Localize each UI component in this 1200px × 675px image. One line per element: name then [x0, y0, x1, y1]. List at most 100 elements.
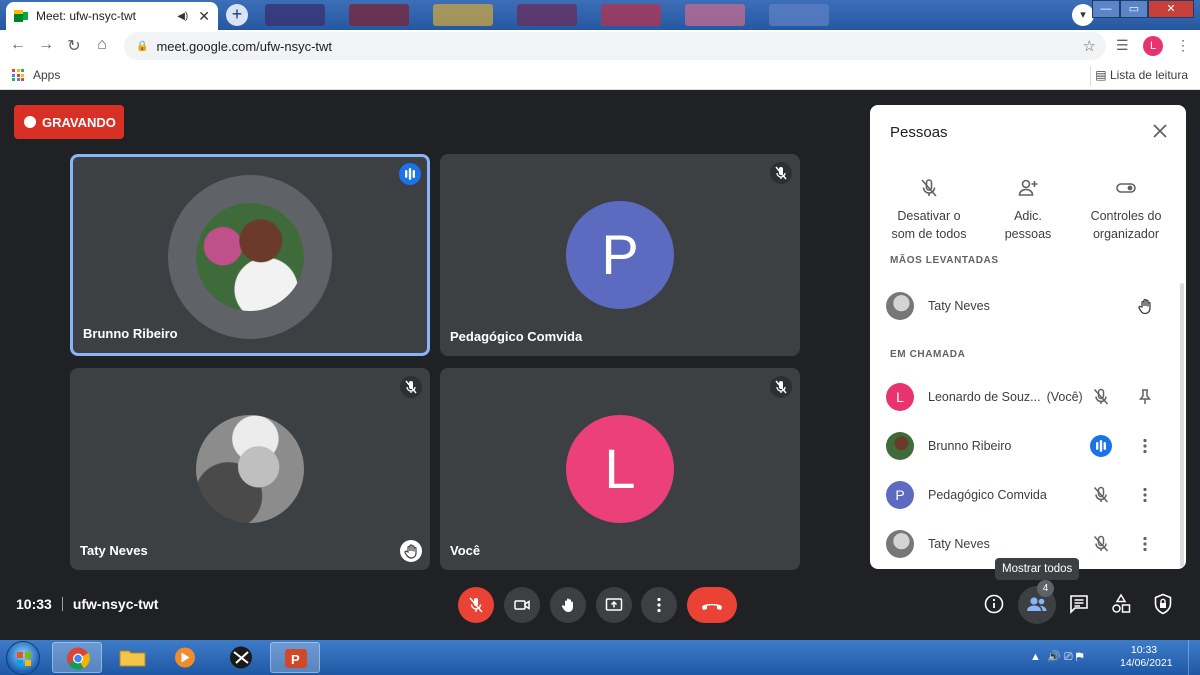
camera-toggle-button[interactable] — [504, 587, 540, 623]
app-icon — [230, 646, 252, 669]
participant-photo-taty — [196, 415, 304, 523]
recording-label: GRAVANDO — [42, 114, 116, 130]
chrome-icon — [67, 647, 90, 670]
more-options-icon[interactable] — [1134, 533, 1156, 555]
browser-menu-icon[interactable]: ⋮ — [1176, 37, 1190, 54]
list-item-pedagogico[interactable]: P Pedagógico Comvida — [886, 480, 1170, 510]
more-vert-icon — [657, 597, 661, 613]
more-options-button[interactable] — [641, 587, 677, 623]
close-window-button[interactable]: ✕ — [1148, 0, 1194, 18]
recording-badge[interactable]: GRAVANDO — [14, 105, 124, 139]
add-people-line2: pessoas — [1004, 227, 1052, 241]
person-add-icon — [1018, 179, 1038, 196]
bookmarks-bar: Apps ▤ Lista de leitura — [0, 62, 1200, 90]
svg-text:P: P — [291, 652, 300, 667]
meeting-info-icon[interactable] — [982, 592, 1006, 616]
bookmark-star-icon[interactable]: ☆ — [1083, 37, 1096, 55]
taskbar-app[interactable] — [216, 642, 266, 673]
taskbar-chrome[interactable] — [52, 642, 102, 673]
show-desktop-button[interactable] — [1188, 640, 1200, 675]
close-panel-icon[interactable] — [1150, 121, 1170, 141]
panel-scrollbar[interactable] — [1180, 283, 1184, 567]
home-icon[interactable]: ⌂ — [92, 36, 112, 54]
system-tray[interactable]: ▲ 🔊 ⎚ ⚑ — [1030, 650, 1084, 664]
present-screen-button[interactable] — [596, 587, 632, 623]
mic-toggle-button[interactable] — [458, 587, 494, 623]
participant-name: Leonardo de Souz... — [928, 390, 1041, 404]
video-tile-brunno[interactable]: Brunno Ribeiro — [70, 154, 430, 356]
mute-all-line2: som de todos — [891, 227, 967, 241]
speaking-indicator-icon — [399, 163, 421, 185]
pin-icon[interactable] — [1134, 386, 1156, 408]
meeting-details: 10:33 ufw-nsyc-twt — [16, 596, 158, 612]
participant-name: Pedagógico Comvida — [928, 488, 1047, 502]
tile-name: Pedagógico Comvida — [450, 329, 583, 344]
taskbar-explorer[interactable] — [108, 642, 158, 673]
present-icon — [605, 598, 623, 611]
new-tab-button[interactable]: + — [226, 4, 248, 26]
video-tile-self[interactable]: L Você — [440, 368, 800, 570]
taskbar-media-player[interactable] — [160, 642, 210, 673]
host-controls-icon[interactable] — [1151, 592, 1175, 616]
address-bar[interactable]: 🔒 meet.google.com/ufw-nsyc-twt ☆ — [124, 32, 1106, 60]
list-item-leonardo[interactable]: L Leonardo de Souz... (Você) — [886, 382, 1170, 412]
list-item-raised-taty[interactable]: Taty Neves — [886, 291, 1170, 321]
forward-arrow-icon[interactable]: → — [36, 36, 56, 54]
add-people-button[interactable]: Adic. pessoas — [978, 177, 1078, 243]
minimize-button[interactable]: — — [1092, 0, 1120, 18]
video-tile-pedagogico[interactable]: P Pedagógico Comvida — [440, 154, 800, 356]
bookmarks-divider — [1090, 66, 1091, 86]
record-dot-icon — [24, 116, 36, 128]
tile-name: Você — [450, 543, 481, 558]
participant-photo-brunno — [196, 203, 304, 311]
apps-bookmark[interactable]: Apps — [33, 68, 60, 82]
back-arrow-icon[interactable]: ← — [8, 36, 28, 54]
more-options-icon[interactable] — [1134, 435, 1156, 457]
apps-grid-icon[interactable] — [12, 69, 24, 81]
reload-icon[interactable]: ↻ — [64, 36, 84, 56]
divider — [61, 597, 63, 611]
section-raised-hands: MÃOS LEVANTADAS — [890, 255, 999, 266]
taskbar-thumbnails — [265, 4, 829, 26]
media-control-icon[interactable]: ☰ — [1116, 37, 1129, 54]
taskbar-clock[interactable]: 10:33 14/06/2021 — [1120, 644, 1173, 670]
meeting-time: 10:33 — [16, 596, 52, 612]
list-item-taty[interactable]: Taty Neves — [886, 529, 1170, 559]
tab-title: Meet: ufw-nsyc-twt — [36, 9, 137, 23]
reading-list-button[interactable]: ▤ Lista de leitura — [1095, 68, 1188, 82]
mic-off-icon — [469, 597, 483, 613]
host-controls-button[interactable]: Controles do organizador — [1076, 177, 1176, 243]
media-player-icon — [175, 647, 195, 668]
video-tile-taty[interactable]: Taty Neves — [70, 368, 430, 570]
toggle-icon — [1116, 183, 1136, 193]
taskbar-powerpoint[interactable]: P — [270, 642, 320, 673]
tab-search-button[interactable]: ▾ — [1072, 4, 1094, 26]
chat-icon[interactable] — [1067, 592, 1091, 616]
tab-close-icon[interactable]: ✕ — [198, 8, 210, 25]
camera-icon — [514, 600, 530, 610]
windows-start-icon[interactable] — [6, 641, 40, 675]
window-controls: — ▭ ✕ — [1092, 0, 1194, 18]
maximize-button[interactable]: ▭ — [1120, 0, 1148, 18]
more-options-icon[interactable] — [1134, 484, 1156, 506]
url-text: meet.google.com/ufw-nsyc-twt — [156, 38, 333, 54]
leave-call-button[interactable] — [687, 587, 737, 623]
browser-tab[interactable]: Meet: ufw-nsyc-twt ◀) ✕ — [6, 2, 218, 30]
reading-list-label: Lista de leitura — [1109, 68, 1188, 82]
participant-name: Brunno Ribeiro — [928, 439, 1012, 453]
meet-favicon-icon — [14, 10, 28, 22]
tile-name: Taty Neves — [80, 543, 148, 558]
lock-icon[interactable]: 🔒 — [136, 41, 148, 52]
raised-hand-icon — [400, 540, 422, 562]
list-item-brunno[interactable]: Brunno Ribeiro — [886, 431, 1170, 461]
mute-all-button[interactable]: Desativar o som de todos — [879, 177, 979, 243]
raise-hand-button[interactable] — [550, 587, 586, 623]
mic-off-icon — [1090, 386, 1112, 408]
profile-avatar[interactable]: L — [1143, 36, 1163, 56]
participant-name: Taty Neves — [928, 299, 990, 313]
mic-off-icon — [770, 376, 792, 398]
avatar: P — [886, 481, 914, 509]
tab-audio-icon[interactable]: ◀) — [177, 11, 188, 22]
activities-icon[interactable] — [1109, 592, 1133, 616]
raised-hand-icon[interactable] — [1134, 295, 1156, 317]
